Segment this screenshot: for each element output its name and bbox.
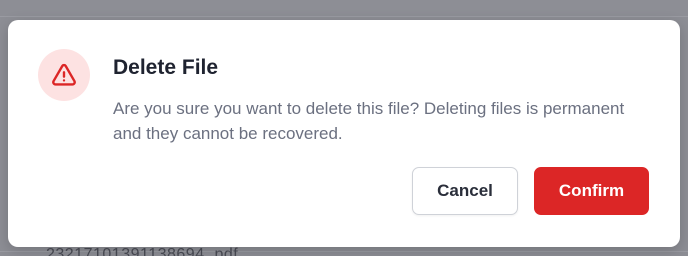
backdrop-divider	[0, 16, 688, 17]
cancel-button[interactable]: Cancel	[412, 167, 518, 215]
warning-triangle-icon	[52, 63, 76, 86]
delete-file-dialog: Delete File Are you sure you want to del…	[8, 20, 680, 247]
dialog-message: Are you sure you want to delete this fil…	[113, 99, 625, 143]
confirm-button[interactable]: Confirm	[534, 167, 649, 215]
dialog-title: Delete File	[113, 56, 219, 79]
warning-icon-badge	[38, 49, 90, 101]
background-file-name: 23217101391138694 .pdf	[46, 246, 239, 256]
